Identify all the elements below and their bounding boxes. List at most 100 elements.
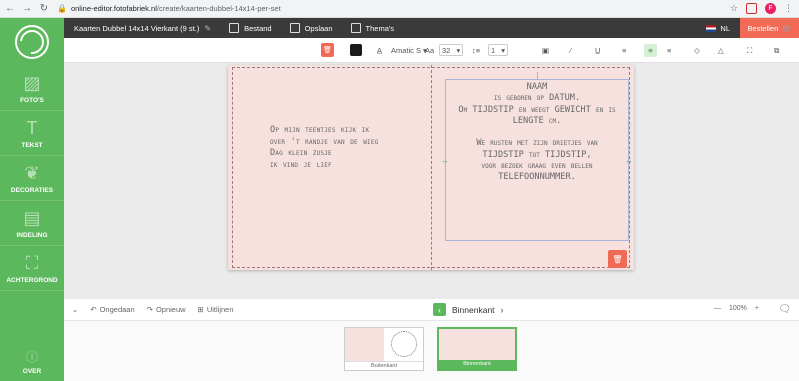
thumbnail-label: Binnenkant	[439, 360, 515, 369]
right-text-line: TIJDSTIP tot TIJDSTIP,	[482, 149, 592, 160]
thumbnail-outside[interactable]: Buitenkant	[344, 327, 424, 371]
sidebar-item-label: INDELING	[16, 231, 48, 239]
layout-icon: ▤	[23, 207, 41, 228]
next-page-button[interactable]: ›	[501, 305, 504, 315]
left-page-text[interactable]: Op mijn teentjes kijk ik over 't randje …	[270, 125, 420, 171]
right-text-line: NAAM	[526, 82, 548, 92]
star-icon[interactable]: ☆	[730, 3, 738, 14]
reload-icon[interactable]: ↻	[37, 2, 51, 16]
save-style-icon[interactable]: ▣	[542, 44, 549, 57]
italic-icon[interactable]: ⁄	[570, 44, 571, 57]
align-center-icon[interactable]: ≡	[644, 44, 657, 57]
menu-icon[interactable]: ⋮	[784, 3, 793, 14]
top-header: Kaarten Dubbel 14x14 Vierkant (9 st.) ✎ …	[64, 18, 799, 38]
sidebar-item-photos[interactable]: ▨ FOTO'S	[0, 66, 64, 111]
right-text-line: is geboren op DATUM.	[493, 93, 581, 104]
address-bar[interactable]: 🔒 online-editor.fotofabriek.nl/create/ka…	[57, 2, 722, 16]
themes-button[interactable]: Thema's	[350, 23, 395, 33]
browser-bar: ← → ↻ 🔒 online-editor.fotofabriek.nl/cre…	[0, 0, 799, 18]
info-icon: ⓘ	[25, 349, 38, 364]
font-size-select[interactable]: 32 ▾	[439, 44, 464, 56]
sidebar-item-layout[interactable]: ▤ INDELING	[0, 201, 64, 246]
chevron-down-icon: ▾	[501, 45, 506, 55]
editor-canvas: Op mijn teentjes kijk ik over 't randje …	[64, 63, 799, 299]
sidebar-item-text[interactable]: T TEKST	[0, 111, 64, 156]
left-text-line: Dag klein zusje	[270, 148, 332, 158]
font-family-value: Amatic S	[391, 46, 422, 55]
photos-icon: ▨	[23, 72, 41, 93]
redo-label: Opnieuw	[155, 305, 186, 314]
undo-icon: ↶	[90, 305, 97, 314]
font-family-select[interactable]: Amatic S ▾	[391, 44, 427, 57]
fill-icon[interactable]: ◇	[694, 44, 700, 57]
delete-element-button[interactable]: 🗑	[608, 250, 627, 268]
document-title[interactable]: Kaarten Dubbel 14x14 Vierkant (9 st.) ✎	[74, 24, 211, 33]
text-color-swatch[interactable]	[350, 44, 362, 56]
format-toolbar: 🗑 A̲ Amatic S ▾ Aa 32 ▾ ↕≡ 1 ▾ ▣ ⁄ U̲ ≡ ≡…	[64, 38, 799, 63]
pencil-icon[interactable]: ✎	[204, 24, 211, 33]
themes-icon	[350, 23, 361, 33]
lock-icon: 🔒	[57, 4, 67, 13]
right-page-text[interactable]: NAAM is geboren op DATUM. Om TIJDSTIP en…	[446, 82, 628, 184]
undo-label: Ongedaan	[99, 305, 135, 314]
align-button[interactable]: ⊞ Uitlijnen	[198, 305, 234, 314]
dutch-flag-icon	[706, 24, 717, 32]
sidebar-item-about[interactable]: ⓘ OVER	[0, 341, 64, 381]
collapse-icon[interactable]: ⌄	[72, 305, 78, 314]
logo[interactable]	[0, 18, 64, 66]
redo-icon: ↷	[146, 305, 153, 314]
align-label: Uitlijnen	[206, 305, 234, 314]
forward-icon[interactable]: →	[20, 2, 34, 16]
background-icon: ⛶	[25, 252, 39, 273]
sidebar-item-label: DECORATIES	[10, 186, 54, 194]
action-bar: ⌄ ↶ Ongedaan ↷ Opnieuw ⊞ Uitlijnen ‹ Bin…	[64, 299, 799, 321]
sidebar-item-background[interactable]: ⛶ ACHTERGROND	[0, 246, 64, 291]
order-button[interactable]: Bestellen 🛒	[740, 18, 799, 38]
thumbnail-label: Buitenkant	[345, 361, 423, 370]
document-title-text: Kaarten Dubbel 14x14 Vierkant (9 st.)	[74, 23, 200, 33]
fold-line	[431, 65, 432, 270]
language-selector[interactable]: NL	[706, 24, 730, 33]
url-path: /create/kaarten-dubbel-14x14-per-set	[156, 4, 281, 13]
page-label: Binnenkant	[452, 304, 495, 315]
text-outline-icon[interactable]: A̲	[377, 44, 382, 57]
rotate-handle[interactable]	[537, 72, 538, 80]
line-spacing-icon: ↕≡	[472, 46, 481, 55]
card-spread[interactable]: Op mijn teentjes kijk ik over 't randje …	[228, 65, 634, 270]
duplicate-icon[interactable]: ⧉	[774, 44, 779, 57]
font-size-value: 32	[442, 45, 451, 55]
font-size-icon: Aa	[425, 46, 435, 55]
zoom-in-button[interactable]: +	[755, 305, 759, 312]
thumbnail-inside[interactable]: Binnenkant	[437, 327, 517, 371]
file-button[interactable]: Bestand	[229, 23, 272, 33]
chevron-down-icon: ▾	[456, 45, 461, 55]
save-button[interactable]: Opslaan	[289, 23, 333, 33]
back-icon[interactable]: ←	[3, 2, 17, 16]
opacity-icon[interactable]: △	[718, 44, 724, 57]
zoom-value: 100%	[729, 305, 747, 312]
zoom-out-button[interactable]: —	[714, 305, 721, 312]
align-left-icon[interactable]: ≡	[622, 44, 626, 57]
file-icon	[229, 23, 240, 33]
grid-icon: ⊞	[197, 305, 204, 314]
line-spacing-value: 1	[491, 45, 496, 55]
right-text-line: TELEFOONNUMMER.	[498, 172, 576, 183]
profile-avatar[interactable]: F	[765, 3, 776, 14]
underline-icon[interactable]: U̲	[595, 44, 600, 57]
align-right-icon[interactable]: ≡	[667, 44, 671, 57]
sidebar-item-label: OVER	[22, 367, 42, 375]
line-spacing-select[interactable]: 1 ▾	[488, 44, 509, 56]
text-icon: T	[26, 117, 38, 138]
extension-icon[interactable]	[746, 3, 757, 14]
chat-icon[interactable]: 🗨	[778, 304, 791, 315]
previous-page-button[interactable]: ‹	[433, 303, 446, 316]
selected-text-box[interactable]: ↔ ↔ NAAM is geboren op DATUM. Om TIJDSTI…	[441, 72, 633, 241]
redo-button[interactable]: ↷ Opnieuw	[147, 305, 186, 314]
undo-button[interactable]: ↶ Ongedaan	[90, 305, 134, 314]
left-text-line: Op mijn teentjes kijk ik	[270, 125, 370, 135]
delete-icon[interactable]: 🗑	[321, 43, 334, 57]
fit-icon[interactable]: ⛶	[747, 44, 752, 57]
file-button-label: Bestand	[244, 23, 272, 33]
sidebar-item-decorations[interactable]: ❦ DECORATIES	[0, 156, 64, 201]
themes-button-label: Thema's	[365, 23, 395, 33]
